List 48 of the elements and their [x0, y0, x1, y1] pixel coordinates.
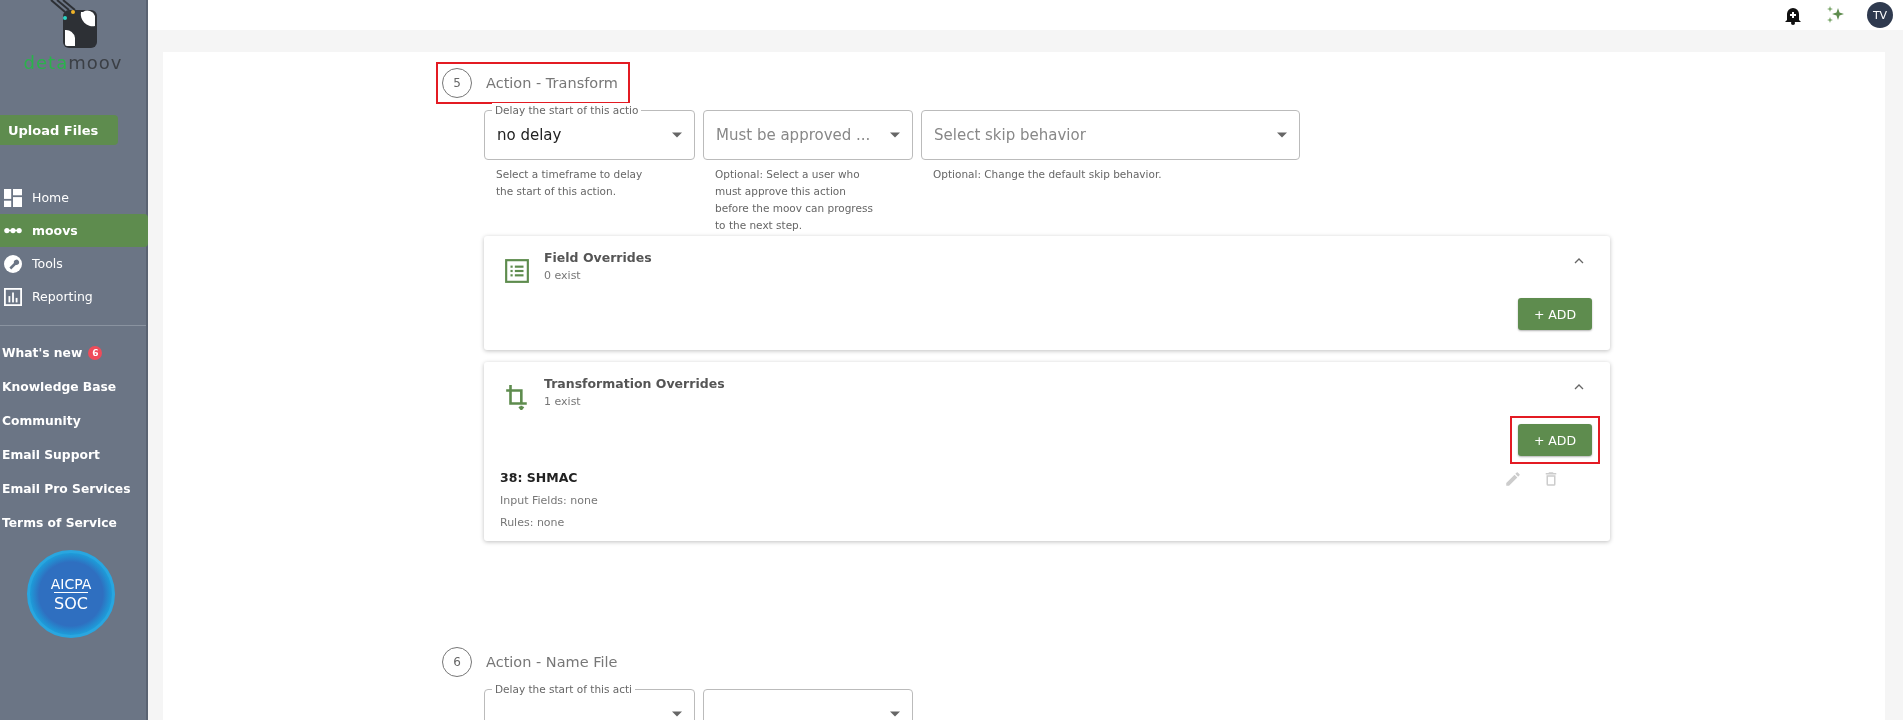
sidebar-link[interactable]: Community [0, 404, 146, 438]
helper-text: Select a timeframe to delay the start of this action. [495, 167, 644, 199]
crop-icon [504, 384, 530, 410]
field-label: Delay the start of this actio [492, 103, 642, 117]
sidebar-link[interactable]: Terms of Service [0, 506, 146, 540]
field-label: Delay the start of this acti [492, 682, 635, 696]
add-button[interactable]: + ADD [1518, 424, 1592, 456]
helper-text: Optional: Change the default skip behavior. [932, 167, 1163, 182]
sidebar-link[interactable]: Email Pro Services [0, 472, 146, 506]
nav-item[interactable]: Tools [0, 247, 148, 280]
nav-item[interactable]: moovs [0, 214, 148, 247]
panel-count: 1 exist [544, 395, 582, 408]
select-field[interactable]: Select skip behavior [921, 110, 1300, 160]
logo-text: deta moov [23, 52, 123, 73]
bar-chart-icon [4, 287, 22, 306]
panel-count: 0 exist [544, 269, 582, 282]
sidebar-link[interactable]: What's new [2, 346, 83, 360]
sparkle-icon[interactable] [1825, 5, 1845, 25]
bell-icon[interactable] [1783, 5, 1803, 25]
panel-title: Transformation Overrides [544, 376, 726, 391]
add-button[interactable]: + ADD [1518, 298, 1592, 330]
nav-item[interactable]: Reporting [0, 280, 148, 313]
step-title: Action - Name File [486, 654, 618, 670]
caret-icon[interactable] [672, 711, 682, 717]
upload-button[interactable]: Upload Files [0, 115, 118, 145]
helper-text: Optional: Select a user who must approve this action before the moov can progress to the next step. [714, 167, 874, 233]
nav-item[interactable]: Home [0, 181, 148, 214]
user-avatar[interactable]: TV [1867, 2, 1893, 28]
caret-icon[interactable] [890, 711, 900, 717]
step-title: Action - Transform [486, 75, 618, 91]
caret-icon[interactable] [672, 132, 682, 138]
caret-icon[interactable] [890, 132, 900, 138]
chevron-icon[interactable] [1574, 384, 1584, 390]
item-title: 38: SHMAC [500, 470, 579, 485]
item-detail: Input Fields: none [500, 494, 598, 507]
sidebar-link[interactable]: Email Support [0, 438, 146, 472]
grid-icon [4, 188, 22, 207]
caret-icon[interactable] [1277, 132, 1287, 138]
panel-title: Field Overrides [544, 250, 653, 265]
dots-icon [4, 227, 22, 234]
item-detail: Rules: none [500, 516, 566, 529]
certification-badge: AICPA SOC [27, 550, 115, 638]
wrench-icon [4, 254, 22, 273]
chevron-icon[interactable] [1574, 258, 1584, 264]
sidebar-link[interactable]: Knowledge Base [0, 370, 146, 404]
count-badge: 6 [88, 346, 103, 360]
select-field[interactable]: Must be approved ... [703, 110, 913, 160]
list-icon [504, 258, 530, 284]
